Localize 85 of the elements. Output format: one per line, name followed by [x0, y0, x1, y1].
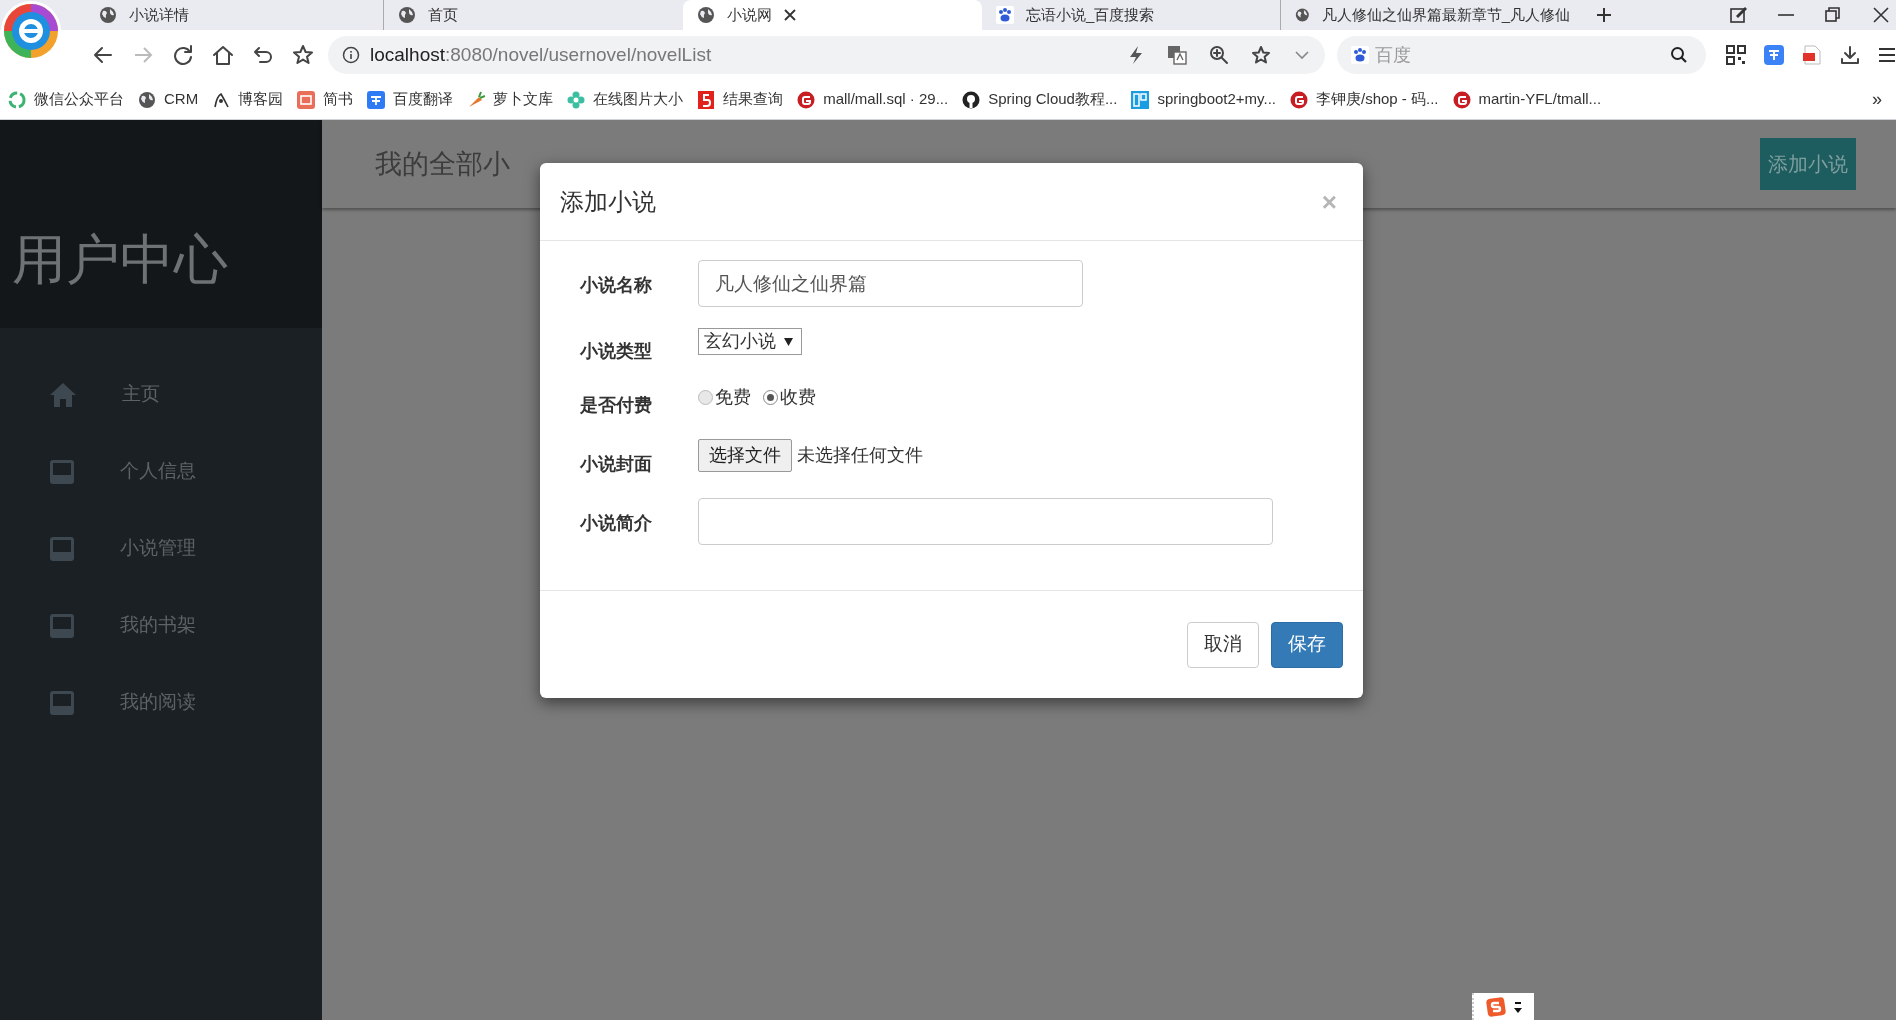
download-icon: [1840, 45, 1860, 65]
bookmark-link[interactable]: Spring Cloud教程...: [962, 88, 1118, 111]
bookmark-link[interactable]: CRM: [138, 88, 199, 111]
globe-icon: [398, 6, 416, 24]
cancel-button[interactable]: 取消: [1187, 621, 1259, 668]
radio-option[interactable]: 收费: [763, 384, 816, 411]
translate-icon: [367, 90, 386, 109]
star-icon: [292, 44, 314, 66]
page-title: 我的全部小: [375, 147, 510, 181]
paw-icon: [1351, 46, 1370, 64]
bookmark-link[interactable]: 萝卜文库: [467, 88, 554, 111]
bookmark-link[interactable]: 简书: [297, 88, 354, 111]
home-icon: [212, 44, 234, 66]
choose-file-button[interactable]: 选择文件: [698, 439, 792, 472]
flower-icon: [567, 90, 586, 109]
undo-icon: [252, 44, 274, 66]
home-icon: [49, 381, 77, 408]
tab-title: 忘语小说_百度搜索: [1026, 4, 1155, 25]
book-icon: [297, 90, 316, 109]
browser-tab[interactable]: 凡人修仙之仙界篇最新章节_凡人修仙: [1281, 0, 1580, 30]
field-label: 是否付费: [580, 394, 653, 417]
globe-icon: [138, 90, 156, 109]
reload-icon: [172, 44, 194, 66]
restore-icon: [1824, 6, 1842, 24]
bookmark-link[interactable]: 博客园: [212, 88, 284, 111]
paw-icon: [996, 6, 1014, 24]
s-logo-icon: [1486, 996, 1506, 1017]
bookmark-link[interactable]: 结果查询: [697, 88, 784, 111]
bookmark-link[interactable]: 百度翻译: [367, 88, 454, 111]
inbox-icon: [49, 612, 75, 639]
file-status: 未选择任何文件: [797, 444, 923, 467]
radio-option[interactable]: 免费: [698, 384, 751, 411]
zoom-icon: [1209, 45, 1230, 65]
bookmark-link[interactable]: 在线图片大小: [567, 88, 684, 111]
search-icon: [1670, 46, 1688, 64]
sidebar-title: 用户中心: [12, 232, 228, 286]
globe-icon: [99, 6, 117, 24]
tab-title: 小说详情: [129, 4, 189, 25]
globe-icon: [1295, 6, 1310, 24]
back-icon: [92, 44, 114, 66]
intro-input[interactable]: [698, 498, 1273, 545]
more-bookmarks-button[interactable]: »: [1872, 86, 1882, 113]
search-bar[interactable]: 百度: [1337, 36, 1706, 74]
name-input[interactable]: 凡人修仙之仙界篇: [698, 260, 1083, 307]
bookmark-link[interactable]: 微信公众平台: [8, 88, 124, 111]
type-select[interactable]: 玄幻小说: [698, 328, 802, 355]
bookmark-link[interactable]: springboot2+my...: [1131, 88, 1276, 111]
note-icon: [1730, 6, 1748, 24]
inbox-icon: [49, 458, 75, 485]
badge-icon: [697, 90, 716, 109]
new-tab-icon: [1596, 7, 1612, 23]
close-icon: [784, 9, 796, 21]
tab-title: 凡人修仙之仙界篇最新章节_凡人修仙: [1321, 4, 1570, 25]
bookmark-link[interactable]: 李钾庚/shop - 码...: [1290, 88, 1439, 111]
address-bar[interactable]: localhost:8080/novel/usernovel/novelList: [328, 36, 1326, 74]
pdf-icon: [1802, 45, 1822, 65]
close-icon: [1872, 6, 1890, 24]
qr-code-icon: [1726, 45, 1746, 65]
star-icon: [1251, 45, 1272, 65]
arrows-icon: [1514, 999, 1522, 1014]
bookmark-link[interactable]: mall/mall.sql · 29...: [797, 88, 949, 111]
browser-tab[interactable]: 小说网: [683, 0, 982, 30]
inbox-icon: [49, 689, 75, 716]
field-label: 小说类型: [580, 340, 653, 363]
tab-title: 小说网: [727, 4, 772, 25]
translate-icon: [1167, 45, 1188, 65]
dropdown-arrow-icon: [784, 337, 793, 346]
menu-icon: [1878, 46, 1896, 64]
browser-tab[interactable]: 首页: [384, 0, 683, 30]
search-input[interactable]: 百度: [1375, 41, 1664, 69]
grid-icon: [1131, 90, 1150, 109]
field-label: 小说封面: [580, 453, 653, 476]
minimize-icon: [1778, 14, 1794, 16]
translate-app-icon: [1764, 45, 1784, 65]
info-icon: [342, 46, 360, 64]
modal-title: 添加小说: [560, 186, 656, 217]
bookmark-link[interactable]: martin-YFL/tmall...: [1452, 88, 1602, 111]
globe-icon: [697, 6, 715, 24]
field-label: 小说名称: [580, 274, 653, 297]
save-button[interactable]: 保存: [1271, 621, 1343, 668]
tab-title: 首页: [428, 4, 458, 25]
inbox-icon: [49, 535, 75, 562]
url-text: localhost:8080/novel/usernovel/novelList: [370, 42, 712, 67]
input-method-widget[interactable]: [1472, 993, 1534, 1020]
field-label: 小说简介: [580, 512, 653, 535]
